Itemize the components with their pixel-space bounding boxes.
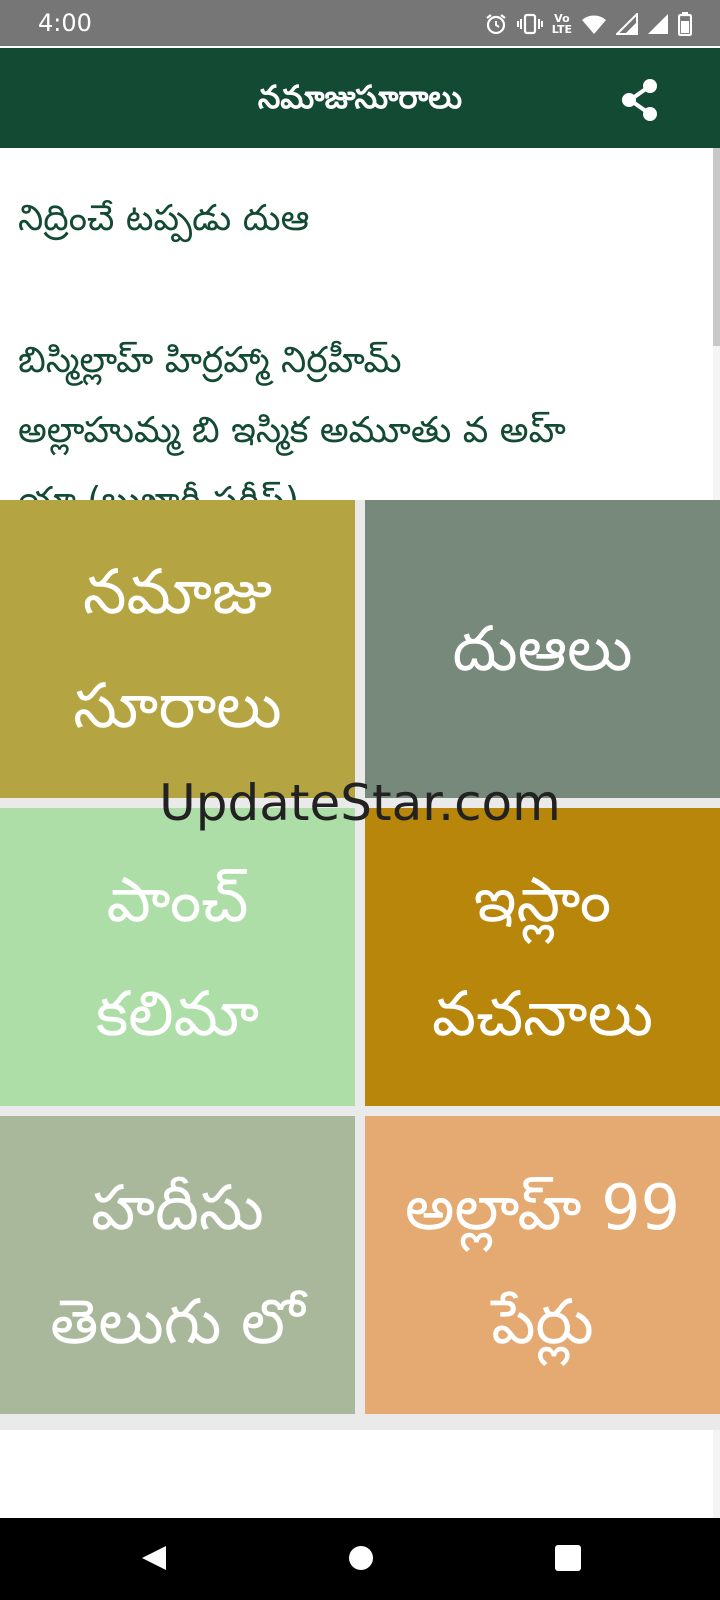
- lte-label: LTE: [551, 23, 572, 36]
- app-title: నమాజుసూరాలు: [257, 78, 463, 116]
- signal-icon: [616, 13, 638, 35]
- tile-label: ఇస్లాం వచనాలు: [431, 863, 654, 1050]
- alarm-icon: [484, 12, 508, 36]
- battery-icon: [678, 12, 692, 36]
- status-icons: Vo LTE: [484, 8, 692, 40]
- scrollbar-thumb[interactable]: [713, 148, 720, 346]
- volte-lte-icon: Vo LTE: [552, 13, 572, 35]
- tile-label: అల్లాహ్ 99 పేర్లు: [404, 1171, 681, 1358]
- tile-allah-99-names[interactable]: అల్లాహ్ 99 పేర్లు: [365, 1116, 720, 1414]
- wifi-icon: [581, 13, 607, 35]
- dua-title: నిద్రించే టప్పడు దుఆ: [18, 198, 310, 239]
- tile-panch-kalima[interactable]: పాంచ్ కలిమా: [0, 808, 355, 1106]
- share-icon[interactable]: [616, 76, 664, 128]
- home-icon[interactable]: [341, 1538, 381, 1582]
- tile-hadeesu[interactable]: హదీసు తెలుగు లో: [0, 1116, 355, 1414]
- tile-duas[interactable]: దుఆలు: [365, 500, 720, 798]
- tile-label: నమాజు సూరాలు: [73, 555, 282, 742]
- tile-namaz-suralu[interactable]: నమాజు సూరాలు: [0, 500, 355, 798]
- status-time: 4:00: [38, 9, 92, 37]
- tile-islam-vachanalu[interactable]: ఇస్లాం వచనాలు: [365, 808, 720, 1106]
- vibrate-icon: [516, 12, 543, 36]
- recents-icon[interactable]: [548, 1538, 588, 1582]
- back-icon[interactable]: [134, 1538, 174, 1582]
- tile-label: హదీసు తెలుగు లో: [50, 1171, 305, 1358]
- tile-label: దుఆలు: [452, 612, 633, 685]
- signal-icon-2: [647, 13, 669, 35]
- status-bar: 4:00 Vo LTE: [0, 0, 720, 48]
- app-bar: నమాజుసూరాలు: [0, 48, 720, 148]
- menu-grid: నమాజు సూరాలు దుఆలు పాంచ్ కలిమా ఇస్లాం వచ…: [0, 500, 720, 1430]
- navigation-bar: [0, 1518, 720, 1600]
- dua-line: అల్లాహుమ్మ బి ఇస్మిక అమూతు వ అహ్: [18, 410, 566, 451]
- tile-label: పాంచ్ కలిమా: [95, 863, 260, 1050]
- dua-line: బిస్మిల్లాహ్ హిర్రహ్మా నిర్రహీమ్: [18, 340, 402, 381]
